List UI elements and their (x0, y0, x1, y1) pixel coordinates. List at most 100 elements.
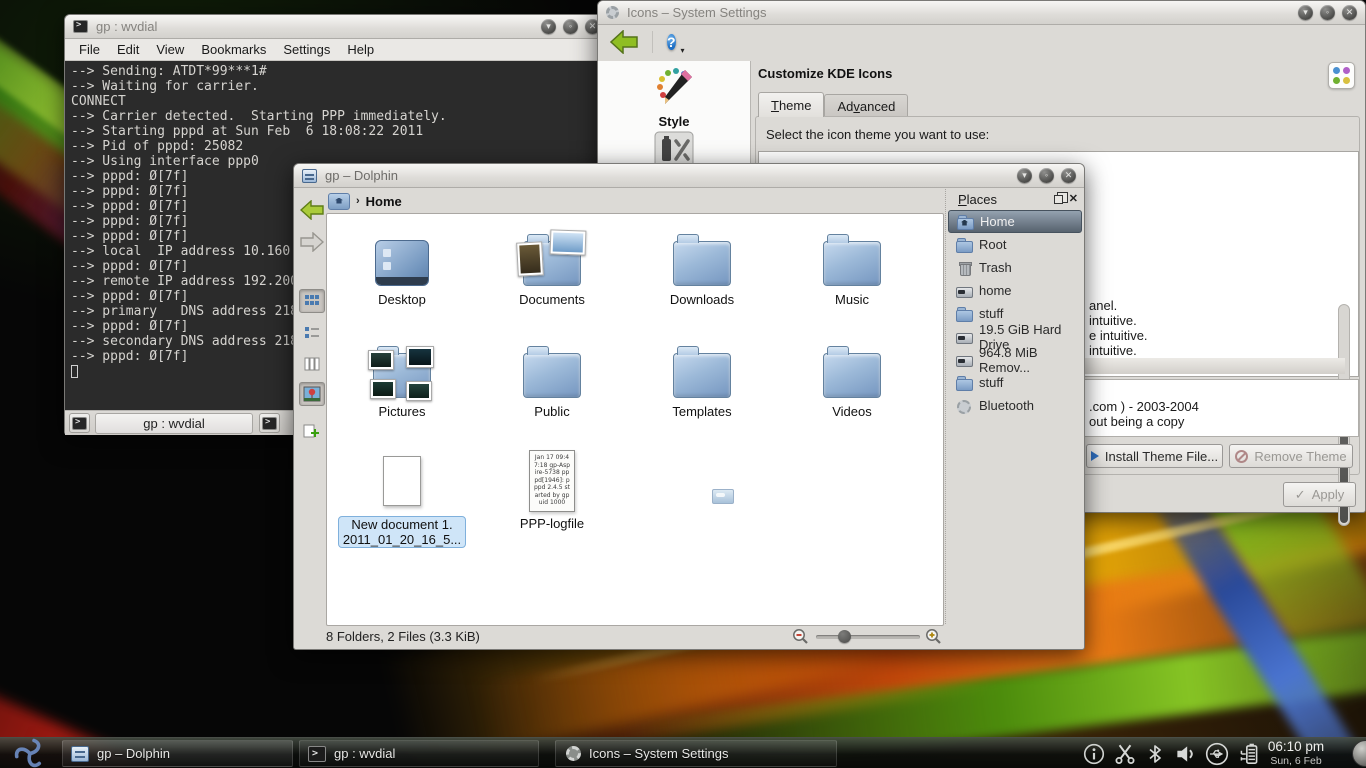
file-label: Desktop (378, 292, 426, 307)
close-button-icon[interactable]: ✕ (1061, 168, 1076, 183)
select-theme-label: Select the icon theme you want to use: (766, 127, 989, 142)
details-view-button[interactable] (299, 321, 325, 345)
float-panel-icon[interactable] (1054, 195, 1063, 204)
volume-icon[interactable] (1173, 742, 1197, 766)
file-item[interactable]: Pictures (329, 334, 475, 446)
menu-item[interactable]: View (156, 42, 184, 57)
maximize-button-icon[interactable]: ◦ (1039, 168, 1054, 183)
taskbar-task[interactable]: gp : wvdial (299, 740, 539, 767)
remove-theme-button[interactable]: Remove Theme (1229, 444, 1353, 468)
clock-time: 06:10 pm (1258, 740, 1334, 754)
breadcrumb-home[interactable]: Home (366, 194, 402, 209)
maximize-button-icon[interactable]: ◦ (563, 19, 578, 34)
minimize-button-icon[interactable]: ▾ (1017, 168, 1032, 183)
places-item[interactable]: home (948, 279, 1082, 302)
file-item[interactable]: Downloads (629, 222, 775, 334)
konsole-titlebar[interactable]: gp : wvdial ▾ ◦ ✕ (65, 15, 608, 39)
folder-view[interactable]: Desktop Documents (326, 213, 944, 626)
breadcrumb: › Home (328, 190, 402, 212)
file-item[interactable]: Desktop (329, 222, 475, 334)
zoom-out-icon[interactable] (792, 628, 809, 645)
zoom-slider-handle[interactable] (838, 630, 851, 643)
file-icon (673, 334, 731, 400)
konsole-icon (262, 417, 277, 430)
help-button[interactable]: ? ▾ (667, 31, 676, 53)
place-icon (957, 215, 973, 229)
file-icon (373, 334, 431, 400)
places-item[interactable]: 964.8 MiB Remov... (948, 348, 1082, 371)
drag-ghost-icon (712, 489, 734, 504)
home-folder-icon[interactable] (328, 193, 350, 210)
menu-item[interactable]: File (79, 42, 100, 57)
icons-view-button[interactable] (299, 289, 325, 313)
file-item[interactable]: Videos (779, 334, 925, 446)
back-icon[interactable] (610, 30, 638, 54)
tab-list-button[interactable] (259, 413, 280, 433)
menu-item[interactable]: Edit (117, 42, 139, 57)
menu-item[interactable]: Settings (283, 42, 330, 57)
notifications-icon[interactable] (1082, 742, 1106, 766)
tab-strip: Theme Advanced (758, 94, 908, 117)
places-item[interactable]: Root (948, 233, 1082, 256)
theme-list-text: intuitive. (1089, 343, 1137, 358)
file-item[interactable]: Templates (629, 334, 775, 446)
tab-advanced[interactable]: Advanced (824, 94, 908, 117)
system-settings-titlebar[interactable]: Icons – System Settings ▾ ◦ ✕ (598, 1, 1365, 25)
zoom-control (792, 624, 952, 649)
tab-theme[interactable]: Theme (758, 92, 824, 117)
minimize-button-icon[interactable]: ▾ (541, 19, 556, 34)
file-icon (375, 222, 429, 288)
task-icon (308, 746, 326, 762)
taskbar-task[interactable]: gp – Dolphin (62, 740, 293, 767)
install-theme-button[interactable]: Install Theme File... (1086, 444, 1223, 468)
minimize-button-icon[interactable]: ▾ (1298, 5, 1313, 20)
forward-button[interactable] (299, 230, 325, 254)
close-panel-icon[interactable]: ✕ (1069, 194, 1078, 205)
back-button[interactable] (299, 198, 325, 222)
taskbar-task[interactable]: Icons – System Settings (555, 740, 837, 767)
close-button-icon[interactable]: ✕ (1342, 5, 1357, 20)
file-icon (523, 222, 581, 288)
zoom-slider-track[interactable] (816, 635, 920, 639)
theme-list-text: intuitive. (1089, 313, 1137, 328)
columns-view-button[interactable] (299, 352, 325, 376)
file-label: Documents (519, 292, 585, 307)
dolphin-titlebar[interactable]: gp – Dolphin ▾ ◦ ✕ (294, 164, 1084, 188)
file-item[interactable]: New document 1. 2011_01_20_16_5... (329, 446, 475, 558)
sidebar-item-style[interactable]: Style (598, 66, 750, 129)
theme-list-text: anel. (1089, 298, 1117, 313)
place-icon (956, 376, 972, 390)
icons-module-icon (1328, 62, 1355, 89)
konsole-tab[interactable]: gp : wvdial (95, 413, 253, 434)
places-item[interactable]: Trash (948, 256, 1082, 279)
file-label: Music (835, 292, 869, 307)
split-view-button[interactable] (299, 419, 325, 443)
menu-item[interactable]: Help (347, 42, 374, 57)
gear-icon (606, 6, 619, 19)
no-entry-icon (1235, 450, 1248, 463)
zoom-in-icon[interactable] (925, 628, 942, 645)
terminal-line: --> Pid of pppd: 25082 (71, 139, 602, 154)
device-notifier-usb-icon[interactable] (1204, 741, 1230, 767)
maximize-button-icon[interactable]: ◦ (1320, 5, 1335, 20)
apply-button[interactable]: ✓ Apply (1283, 482, 1356, 507)
file-label: Videos (832, 404, 872, 419)
new-tab-button[interactable] (69, 413, 90, 433)
help-icon: ? (667, 34, 676, 50)
preview-button[interactable] (299, 382, 325, 406)
file-label: Pictures (379, 404, 426, 419)
menu-item[interactable]: Bookmarks (201, 42, 266, 57)
places-item[interactable]: Bluetooth (948, 394, 1082, 417)
checkmark-icon: ✓ (1295, 487, 1306, 503)
bluetooth-icon[interactable] (1144, 742, 1166, 766)
file-label: PPP-logfile (520, 516, 584, 531)
file-item[interactable]: Jan 17 09:4 7:18 gp-Asp ire-5738 pp pd[1… (479, 446, 625, 558)
clock[interactable]: 06:10 pm Sun, 6 Feb (1258, 740, 1334, 768)
places-item[interactable]: Home (948, 210, 1082, 233)
klipper-scissors-icon[interactable] (1113, 742, 1137, 766)
file-item[interactable]: Public (479, 334, 625, 446)
desktop: gp : wvdial ▾ ◦ ✕ File Edit View Bookmarks S… (0, 0, 1366, 768)
file-item[interactable]: Documents (479, 222, 625, 334)
clock-date: Sun, 6 Feb (1258, 754, 1334, 768)
file-item[interactable]: Music (779, 222, 925, 334)
